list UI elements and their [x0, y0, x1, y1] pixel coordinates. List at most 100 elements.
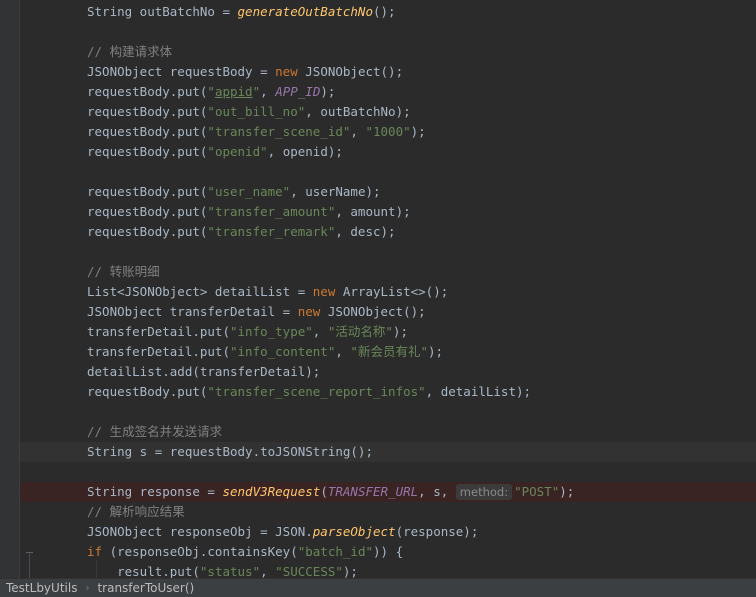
code-token: "out_bill_no" [207, 104, 306, 119]
code-token: , detailList); [425, 384, 532, 399]
code-token: "info_content" [230, 344, 336, 359]
parameter-hint: method: [455, 484, 513, 500]
code-line[interactable]: // 构建请求体 [20, 42, 756, 62]
code-token: (responseObj.containsKey( [109, 544, 298, 559]
code-token: ); [427, 344, 444, 359]
code-token: result.put( [87, 564, 200, 578]
code-token: "transfer_amount" [207, 204, 336, 219]
code-token: , desc); [335, 224, 396, 239]
code-token: "user_name" [207, 184, 291, 199]
code-line[interactable] [20, 402, 756, 422]
code-token: new [275, 64, 306, 79]
code-token: if [87, 544, 110, 559]
code-token: "活动名称" [327, 324, 393, 339]
code-token: JSONObject responseObj = JSON. [87, 524, 313, 539]
code-token: "openid" [207, 144, 268, 159]
code-line[interactable]: transferDetail.put("info_content", "新会员有… [20, 342, 756, 362]
code-line[interactable]: String s = requestBody.toJSONString(); [20, 442, 756, 462]
code-line[interactable]: // 转账明细 [20, 262, 756, 282]
code-token: sendV3Request [222, 484, 321, 499]
code-token: ); [392, 324, 408, 339]
code-token: "batch_id" [297, 544, 373, 559]
code-line[interactable]: requestBody.put("transfer_amount", amoun… [20, 202, 756, 222]
code-token: requestBody.put( [87, 224, 208, 239]
code-token: JSONObject transferDetail = [87, 304, 298, 319]
code-line[interactable]: requestBody.put("openid", openid); [20, 142, 756, 162]
code-token: , [350, 124, 366, 139]
code-token: appid [214, 84, 253, 99]
breadcrumb-file[interactable]: TestLbyUtils [0, 579, 83, 597]
code-line[interactable] [20, 162, 756, 182]
code-token: requestBody.put( [87, 84, 208, 99]
code-line[interactable]: transferDetail.put("info_type", "活动名称"); [20, 322, 756, 342]
code-line[interactable]: result.put("status", "SUCCESS"); [20, 562, 756, 578]
code-token: , [312, 324, 328, 339]
code-line[interactable] [20, 242, 756, 262]
code-line[interactable] [20, 462, 756, 482]
code-line[interactable]: requestBody.put("appid", APP_ID); [20, 82, 756, 102]
code-token: "status" [199, 564, 261, 578]
code-token: "transfer_scene_id" [207, 124, 351, 139]
code-token: , [260, 84, 276, 99]
code-token: requestBody.put( [87, 124, 208, 139]
code-token: , [335, 344, 351, 359]
code-token: "新会员有礼" [350, 344, 428, 359]
code-token: transferDetail.put( [87, 324, 230, 339]
code-token: "SUCCESS" [275, 564, 343, 578]
code-token: ); [559, 484, 575, 499]
code-token: requestBody.put( [87, 204, 208, 219]
code-token: (); [372, 4, 396, 19]
code-line[interactable]: requestBody.put("user_name", userName); [20, 182, 756, 202]
breadcrumb-separator-icon: › [85, 582, 90, 594]
code-token: ); [342, 564, 358, 578]
code-token: requestBody.put( [87, 104, 208, 119]
code-token: JSONObject requestBody = [87, 64, 276, 79]
code-token: " [207, 84, 215, 99]
code-token: parseObject [312, 524, 396, 539]
code-token: APP_ID [275, 84, 321, 99]
code-token: List<JSONObject> detailList = [87, 284, 313, 299]
code-token: String response = [87, 484, 223, 499]
code-token: , amount); [335, 204, 411, 219]
code-token: "1000" [365, 124, 411, 139]
code-token: String outBatchNo = [87, 4, 238, 19]
code-token: TRANSFER_URL [327, 484, 419, 499]
code-token: ); [320, 84, 336, 99]
code-line[interactable]: requestBody.put("transfer_remark", desc)… [20, 222, 756, 242]
code-token: "POST" [514, 484, 560, 499]
code-line[interactable]: requestBody.put("transfer_scene_report_i… [20, 382, 756, 402]
code-token: String s = requestBody.toJSONString(); [87, 444, 373, 459]
code-token: " [252, 84, 261, 99]
code-token: // 解析响应结果 [87, 504, 185, 519]
code-token: , outBatchNo); [305, 104, 411, 119]
code-editor[interactable]: String outBatchNo = generateOutBatchNo()… [0, 0, 756, 578]
code-token: (response); [395, 524, 479, 539]
code-line[interactable]: JSONObject responseObj = JSON.parseObjec… [20, 522, 756, 542]
code-line[interactable]: // 解析响应结果 [20, 502, 756, 522]
code-token: "transfer_remark" [207, 224, 336, 239]
code-token: "transfer_scene_report_infos" [207, 384, 426, 399]
code-token: generateOutBatchNo [237, 4, 373, 19]
code-line[interactable]: JSONObject requestBody = new JSONObject(… [20, 62, 756, 82]
code-line[interactable]: List<JSONObject> detailList = new ArrayL… [20, 282, 756, 302]
code-line[interactable]: if (responseObj.containsKey("batch_id"))… [20, 542, 756, 562]
breadcrumb-bar: TestLbyUtils › transferToUser() [0, 578, 756, 597]
code-line[interactable]: requestBody.put("transfer_scene_id", "10… [20, 122, 756, 142]
code-token: ArrayList<>(); [342, 284, 449, 299]
code-token: , openid); [267, 144, 343, 159]
code-token: "info_type" [230, 324, 313, 339]
code-line[interactable]: detailList.add(transferDetail); [20, 362, 756, 382]
breadcrumb-method[interactable]: transferToUser() [91, 579, 200, 597]
code-token: JSONObject(); [327, 304, 426, 319]
code-token: new [297, 304, 328, 319]
code-line[interactable] [20, 22, 756, 42]
code-line[interactable]: String response = sendV3Request(TRANSFER… [20, 482, 756, 502]
code-line[interactable]: requestBody.put("out_bill_no", outBatchN… [20, 102, 756, 122]
code-line[interactable]: // 生成签名并发送请求 [20, 422, 756, 442]
code-token: ); [410, 124, 426, 139]
code-token: requestBody.put( [87, 184, 208, 199]
code-line[interactable]: JSONObject transferDetail = new JSONObje… [20, 302, 756, 322]
code-token: new [312, 284, 343, 299]
editor-gutter[interactable] [0, 0, 20, 578]
code-line[interactable]: String outBatchNo = generateOutBatchNo()… [20, 2, 756, 22]
